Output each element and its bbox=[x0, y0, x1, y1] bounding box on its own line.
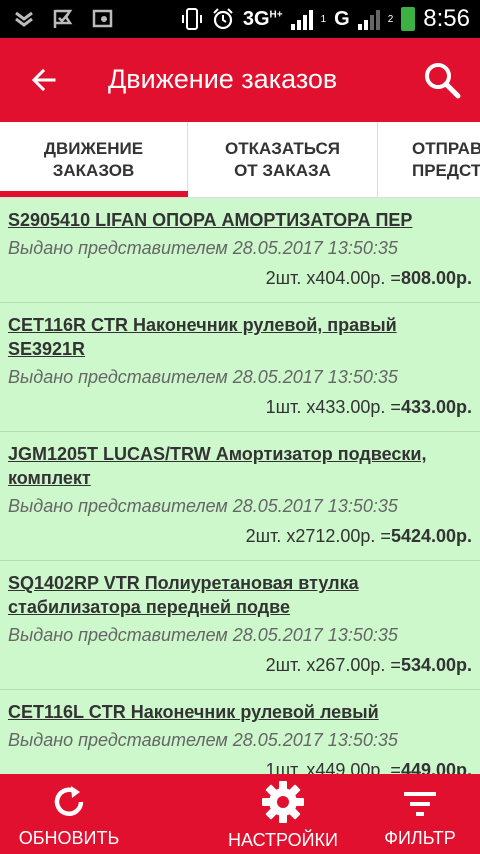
search-button[interactable] bbox=[418, 56, 466, 104]
order-title: SQ1402RP VTR Полиуретановая втулка стаби… bbox=[8, 573, 359, 617]
order-total: 534.00р. bbox=[400, 655, 472, 675]
refresh-label: ОБНОВИТЬ bbox=[18, 828, 120, 848]
flag-check-icon bbox=[53, 9, 73, 28]
order-total: 5424.00р. bbox=[390, 526, 472, 546]
order-status: Выдано представителем 28.05.2017 13:50:3… bbox=[8, 367, 398, 387]
order-title: S2905410 LIFAN ОПОРА АМОРТИЗАТОРА ПЕР bbox=[8, 210, 413, 230]
page-title: Движение заказов bbox=[108, 64, 338, 94]
signal-2-icon bbox=[357, 8, 380, 30]
tab-cancel-order[interactable]: ОТКАЗАТЬСЯ ОТ ЗАКАЗА bbox=[188, 122, 378, 197]
order-title: CET116L CTR Наконечник рулевой левый bbox=[8, 702, 379, 722]
network-type: 3GH+ bbox=[242, 7, 283, 30]
bottom-toolbar: ОБНОВИТЬ НАСТРОЙКИ ФИЛЬТР bbox=[0, 774, 480, 854]
refresh-icon bbox=[54, 786, 84, 816]
gear-icon bbox=[262, 781, 304, 823]
arrow-back-icon bbox=[31, 68, 56, 92]
tab-order-movement[interactable]: ДВИЖЕНИЕ ЗАКАЗОВ bbox=[0, 122, 188, 197]
battery-icon bbox=[401, 7, 416, 31]
list-item[interactable]: S2905410 LIFAN ОПОРА АМОРТИЗАТОРА ПЕР Вы… bbox=[0, 198, 480, 303]
order-price: 1шт. x433.00р. =433.00р. bbox=[265, 397, 472, 417]
sim2-label: 2 bbox=[387, 13, 394, 25]
orders-list[interactable]: S2905410 LIFAN ОПОРА АМОРТИЗАТОРА ПЕР Вы… bbox=[0, 198, 480, 774]
filter-icon bbox=[404, 792, 436, 816]
tab-active-indicator bbox=[0, 191, 188, 197]
photo-location-icon bbox=[92, 9, 113, 28]
sim1-label: 1 bbox=[320, 13, 327, 25]
list-item[interactable]: JGM1205T LUCAS/TRW Амортизатор подвески,… bbox=[0, 432, 480, 561]
app-bar: Движение заказов bbox=[0, 38, 480, 122]
list-item[interactable]: CET116L CTR Наконечник рулевой левый Выд… bbox=[0, 690, 480, 774]
order-total: 433.00р. bbox=[400, 397, 472, 417]
list-item[interactable]: SQ1402RP VTR Полиуретановая втулка стаби… bbox=[0, 561, 480, 690]
order-status: Выдано представителем 28.05.2017 13:50:3… bbox=[8, 625, 398, 645]
list-item[interactable]: CET116R CTR Наконечник рулевой, правый S… bbox=[0, 303, 480, 432]
order-title: JGM1205T LUCAS/TRW Амортизатор подвески,… bbox=[8, 444, 427, 488]
signal-1-icon bbox=[290, 8, 313, 30]
carrier-2-type: G bbox=[334, 7, 350, 30]
order-status: Выдано представителем 28.05.2017 13:50:3… bbox=[8, 496, 398, 516]
order-total: 808.00р. bbox=[400, 268, 472, 288]
order-status: Выдано представителем 28.05.2017 13:50:3… bbox=[8, 238, 398, 258]
search-icon bbox=[425, 63, 461, 99]
order-price: 2шт. x2712.00р. =5424.00р. bbox=[245, 526, 472, 546]
tab-bar: ДВИЖЕНИЕ ЗАКАЗОВ ОТКАЗАТЬСЯ ОТ ЗАКАЗА ОТ… bbox=[0, 122, 480, 198]
order-price: 2шт. x404.00р. =808.00р. bbox=[265, 268, 472, 288]
order-title: CET116R CTR Наконечник рулевой, правый S… bbox=[8, 315, 397, 359]
refresh-button[interactable]: ОБНОВИТЬ bbox=[14, 774, 124, 854]
filter-label: ФИЛЬТР bbox=[384, 828, 456, 848]
order-total: 449.00р. bbox=[400, 760, 472, 774]
tab-send-representative[interactable]: ОТПРАВ ПРЕДСТА bbox=[378, 122, 480, 197]
status-bar: 3GH+ 1 G 2 8:56 bbox=[0, 0, 480, 38]
tab-label: ОТКАЗАТЬСЯ ОТ ЗАКАЗА bbox=[224, 139, 340, 180]
tab-label: ОТПРАВ ПРЕДСТА bbox=[412, 139, 480, 180]
back-button[interactable] bbox=[22, 58, 66, 102]
order-price: 2шт. x267.00р. =534.00р. bbox=[265, 655, 472, 675]
vibrate-icon bbox=[181, 8, 202, 30]
settings-button[interactable]: НАСТРОЙКИ bbox=[222, 774, 344, 854]
clock: 8:56 bbox=[423, 5, 470, 32]
settings-label: НАСТРОЙКИ bbox=[228, 830, 338, 850]
filter-button[interactable]: ФИЛЬТР bbox=[370, 774, 470, 854]
alarm-icon bbox=[213, 8, 233, 30]
tab-label: ДВИЖЕНИЕ ЗАКАЗОВ bbox=[43, 139, 144, 180]
shield-check-icon bbox=[15, 11, 33, 27]
order-price: 1шт. x449.00р. =449.00р. bbox=[8, 758, 472, 774]
order-status: Выдано представителем 28.05.2017 13:50:3… bbox=[8, 730, 398, 750]
